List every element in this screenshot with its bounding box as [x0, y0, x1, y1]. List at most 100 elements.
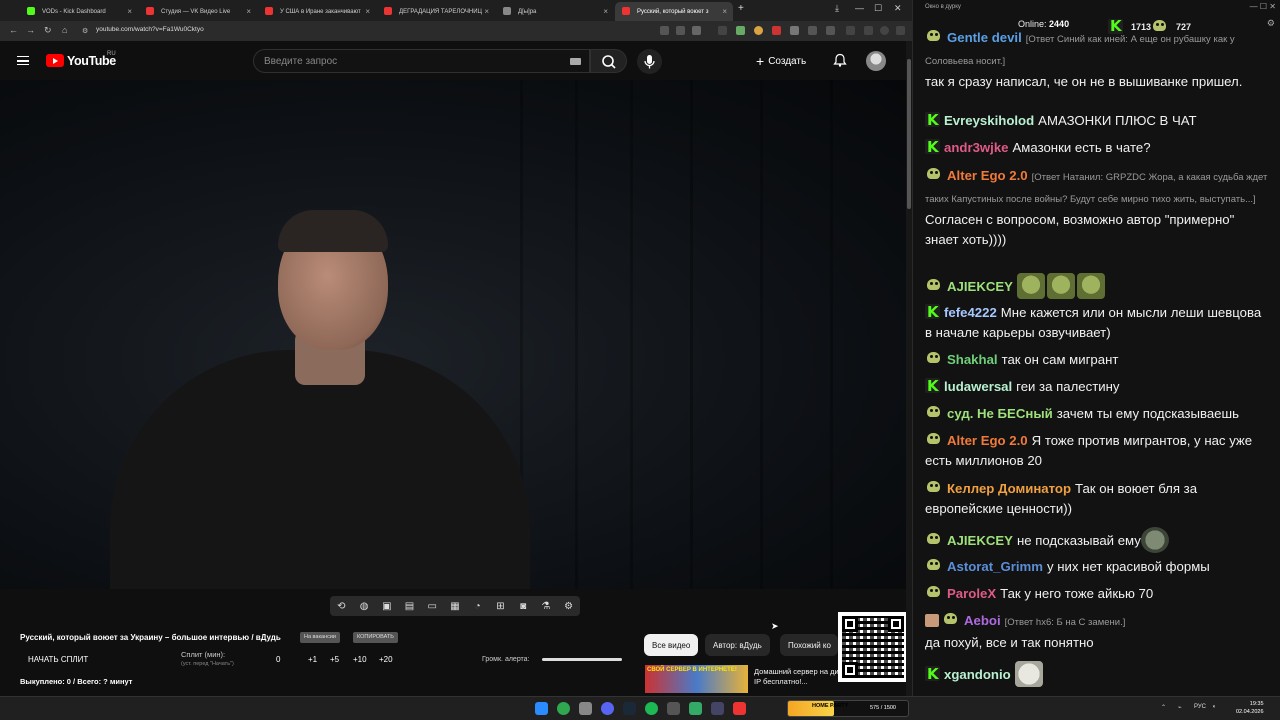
spotify-icon[interactable] [645, 702, 658, 715]
extension-icon[interactable] [718, 26, 727, 35]
film-icon[interactable]: ▤ [402, 601, 418, 612]
url-field[interactable]: youtube.com/watch?v=Fa1Wu0Cktyo [96, 26, 204, 33]
minimize-icon[interactable]: — [855, 3, 864, 13]
search-button[interactable] [590, 49, 627, 73]
close-tab-icon[interactable]: × [246, 7, 251, 16]
home-icon[interactable]: ⌂ [62, 25, 67, 35]
browser-tab[interactable]: VODs - Kick Dashboard × [20, 2, 138, 21]
obs-icon[interactable] [667, 702, 680, 715]
youtube-logo-icon[interactable] [46, 54, 64, 67]
zoom-icon[interactable] [676, 26, 685, 35]
close-tab-icon[interactable]: × [127, 7, 132, 16]
chat-username[interactable]: Келлер Доминатор [947, 481, 1071, 496]
chat-username[interactable]: AJIEKCEY [947, 533, 1013, 548]
profile-icon[interactable] [864, 26, 873, 35]
cast-icon[interactable] [660, 26, 669, 35]
browser-tab[interactable]: Д[ы]ра × [496, 2, 614, 21]
audio-wave-icon[interactable]: ◍ [356, 601, 372, 612]
chip-author[interactable]: Автор: вДудь [705, 634, 770, 656]
close-tab-icon[interactable]: × [484, 7, 489, 16]
discord-icon[interactable] [601, 702, 614, 715]
chat-username[interactable]: xgandonio [944, 667, 1011, 682]
screenshot-settings-icon[interactable]: ▣ [379, 601, 395, 612]
gear-icon[interactable]: ⚙ [561, 601, 577, 612]
camera-icon[interactable]: ◙ [515, 601, 531, 612]
network-icon[interactable]: ⌁ [1178, 704, 1182, 711]
search-input[interactable]: Введите запрос [253, 49, 590, 73]
copy-button[interactable]: КОПИРОВАТЬ [353, 632, 398, 643]
download-icon[interactable] [846, 26, 855, 35]
forward-icon[interactable]: → [26, 25, 35, 35]
split-value-0[interactable]: 0 [276, 655, 280, 664]
extension-icon[interactable] [736, 26, 745, 35]
extension-icon[interactable] [754, 26, 763, 35]
chat-window-controls[interactable]: — ☐ ✕ [1250, 2, 1276, 11]
picture-in-picture-icon[interactable]: ▭ [424, 601, 440, 612]
chat-message-list[interactable]: Gentle devil [Ответ Синий как иней: А еще… [921, 28, 1276, 688]
notifications-bell-icon[interactable] [833, 53, 847, 70]
app-icon[interactable] [711, 702, 724, 715]
browser-tab[interactable]: ДЕГРАДАЦИЯ ТАРЕЛОЧНИЦ × [377, 2, 495, 21]
split-add-10-button[interactable]: +10 [353, 655, 367, 664]
chat-username[interactable]: Alter Ego 2.0 [947, 433, 1028, 448]
close-tab-icon[interactable]: × [365, 7, 370, 16]
chat-username[interactable]: Aeboi [964, 613, 1001, 628]
system-clock[interactable]: 19:35 02.04.2026 [1236, 700, 1264, 716]
language-indicator[interactable]: РУС [1194, 704, 1206, 710]
chat-username[interactable]: Shakhal [947, 352, 998, 367]
vacancies-pill[interactable]: На вакансии [300, 632, 340, 643]
maximize-icon[interactable]: ☐ [874, 3, 882, 14]
windows-start-icon[interactable] [535, 702, 548, 715]
new-tab-button[interactable]: + [738, 3, 744, 14]
close-window-icon[interactable]: ✕ [894, 3, 902, 14]
video-player[interactable] [0, 80, 912, 589]
chat-username[interactable]: fefe4222 [944, 305, 997, 320]
chat-username[interactable]: andr3wjke [944, 140, 1009, 155]
download-icon[interactable]: ⤓ [835, 3, 839, 14]
chrome-icon[interactable] [557, 702, 570, 715]
recommendation-thumbnail[interactable]: СВОЙ СЕРВЕР В ИНТЕРНЕТЕ! [645, 665, 748, 693]
browser-tab[interactable]: У США в Иране заканчивают × [258, 2, 376, 21]
site-info-icon[interactable]: ⚙ [82, 27, 88, 35]
split-add-20-button[interactable]: +20 [379, 655, 393, 664]
keyboard-icon[interactable] [570, 58, 581, 65]
extension-icon[interactable] [790, 26, 799, 35]
sidebar-icon[interactable] [826, 26, 835, 35]
account-icon[interactable] [880, 26, 889, 35]
chat-username[interactable]: суд. Не БЕСный [947, 406, 1053, 421]
start-split-button[interactable]: НАЧАТЬ СПЛИТ [20, 654, 97, 665]
hamburger-menu-icon[interactable] [17, 56, 29, 65]
frame-icon[interactable]: ▦ [447, 601, 463, 612]
flask-icon[interactable]: ⚗ [538, 601, 554, 612]
chip-all-videos[interactable]: Все видео [644, 634, 699, 656]
split-add-5-button[interactable]: +5 [330, 655, 339, 664]
browser-tab[interactable]: Студия — VK Видео Live × [139, 2, 257, 21]
close-tab-icon[interactable]: × [722, 7, 727, 16]
chat-username[interactable]: Gentle devil [947, 30, 1022, 45]
explorer-icon[interactable] [579, 702, 592, 715]
bookmark-star-icon[interactable] [692, 26, 701, 35]
add-clip-icon[interactable]: ⊞ [492, 601, 508, 612]
menu-dots-icon[interactable] [896, 26, 905, 35]
speed-gauge-icon[interactable]: ◔ [470, 601, 486, 612]
reload-icon[interactable]: ↻ [44, 25, 52, 36]
youtube-app-icon[interactable] [733, 702, 746, 715]
chip-similar[interactable]: Похожий ко [780, 634, 838, 656]
tray-chevron-icon[interactable]: ⌃ [1161, 704, 1166, 711]
browser-tab-active[interactable]: Русский, который воюет з × [615, 2, 733, 21]
chat-username[interactable]: AJIEKCEY [947, 279, 1013, 294]
chat-username[interactable]: Evreyskiholod [944, 113, 1034, 128]
app-icon[interactable] [689, 702, 702, 715]
extension-icon[interactable] [772, 26, 781, 35]
scrollbar-thumb[interactable] [907, 59, 911, 209]
extensions-puzzle-icon[interactable] [808, 26, 817, 35]
alert-volume-slider[interactable] [542, 658, 622, 661]
loop-icon[interactable]: ⟲ [333, 601, 349, 612]
voice-search-button[interactable] [637, 49, 662, 74]
chat-username[interactable]: ParoleX [947, 586, 996, 601]
chat-username[interactable]: ludawersal [944, 379, 1012, 394]
account-avatar[interactable] [866, 51, 886, 71]
split-add-1-button[interactable]: +1 [308, 655, 317, 664]
create-button[interactable]: + Создать [756, 52, 806, 70]
chat-username[interactable]: Alter Ego 2.0 [947, 168, 1028, 183]
